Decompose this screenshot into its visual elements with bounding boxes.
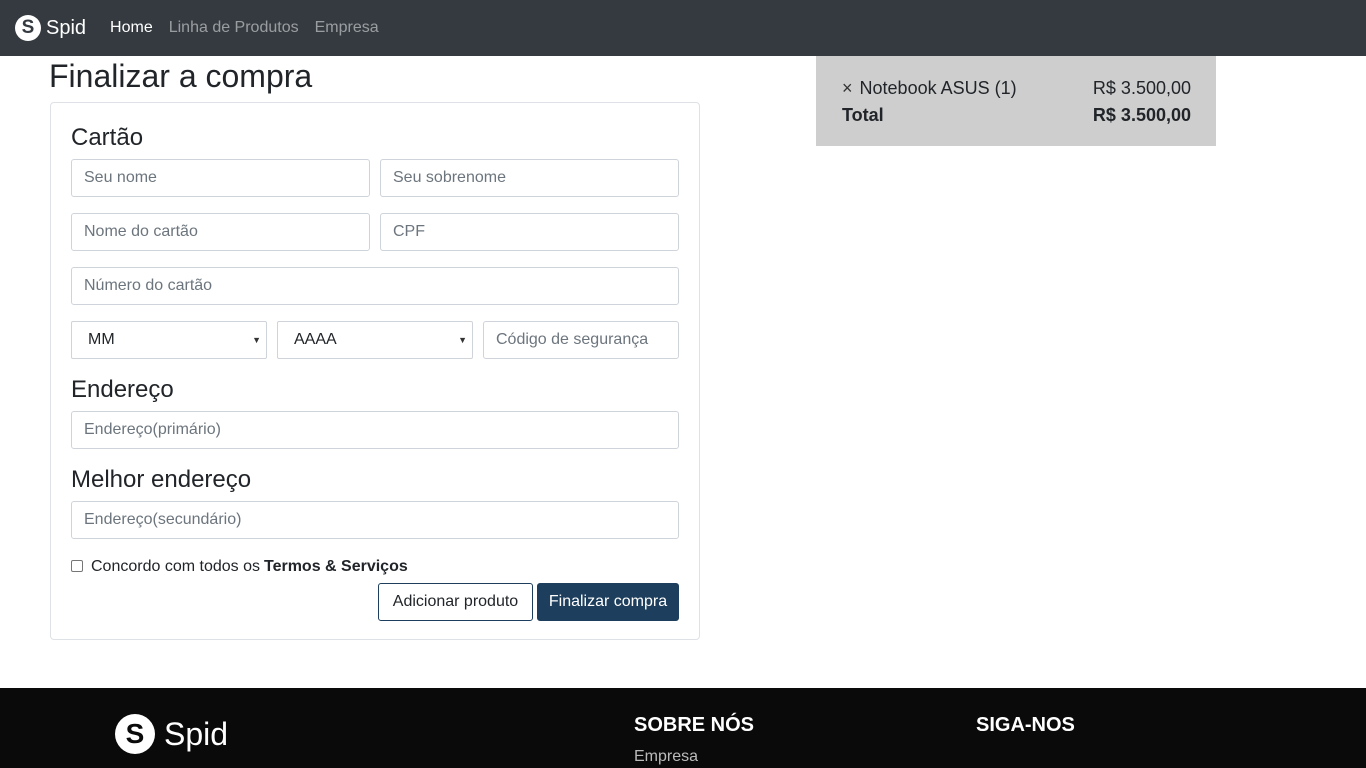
terms-agreement: Concordo com todos os Termos & Serviços (71, 558, 408, 576)
top-navbar: S Spid Home Linha de Produtos Empresa (0, 0, 1366, 56)
nav-link-product-line[interactable]: Linha de Produtos (169, 19, 299, 37)
dropdown-arrow-icon: ▼ (458, 335, 467, 345)
expiry-month-value: MM (88, 331, 115, 348)
add-product-button[interactable]: Adicionar produto (378, 583, 533, 621)
expiry-month-select[interactable]: MM ▼ (71, 321, 267, 359)
brand-name: Spid (46, 16, 87, 39)
expiry-year-value: AAAA (294, 331, 337, 348)
footer-link-company[interactable]: Empresa (634, 748, 698, 766)
secondary-address-input[interactable] (71, 501, 679, 539)
security-code-input[interactable] (483, 321, 679, 359)
site-footer: S Spid SOBRE NÓS Empresa SIGA-NOS (0, 688, 1366, 768)
cart-item: × Notebook ASUS (1) (842, 75, 1017, 102)
nav-link-company[interactable]: Empresa (315, 19, 379, 37)
terms-link[interactable]: Termos & Serviços (264, 558, 408, 576)
primary-address-input[interactable] (71, 411, 679, 449)
cart-item-price: R$ 3.500,00 (1092, 78, 1191, 98)
expiry-year-select[interactable]: AAAA ▼ (277, 321, 473, 359)
about-heading: SOBRE NÓS (634, 714, 755, 736)
cart-item-label: Notebook ASUS (1) (859, 78, 1017, 98)
better-address-section-title: Melhor endereço (71, 466, 252, 493)
footer-brand-name: Spid (164, 715, 229, 752)
cart-total-price: R$ 3.500,00 (1092, 105, 1191, 125)
footer-brand[interactable]: S Spid (115, 714, 228, 754)
remove-item-icon[interactable]: × (842, 78, 853, 98)
cart-summary: × Notebook ASUS (1) R$ 3.500,00 Total R$… (816, 56, 1216, 146)
cart-total-row: Total R$ 3.500,00 (842, 102, 1191, 129)
terms-checkbox[interactable] (71, 560, 83, 572)
spid-logo-icon: S (15, 15, 41, 41)
card-number-input[interactable] (71, 267, 679, 305)
follow-heading: SIGA-NOS (976, 714, 1075, 736)
spid-logo-icon: S (115, 714, 155, 754)
card-section-title: Cartão (71, 124, 144, 151)
terms-text: Concordo com todos os (91, 558, 260, 575)
cart-item-row: × Notebook ASUS (1) R$ 3.500,00 (842, 75, 1191, 102)
last-name-input[interactable] (380, 159, 679, 197)
first-name-input[interactable] (71, 159, 370, 197)
cart-total-label: Total (842, 105, 884, 125)
address-section-title: Endereço (71, 376, 174, 403)
page-title: Finalizar a compra (49, 58, 313, 94)
dropdown-arrow-icon: ▼ (252, 335, 261, 345)
finalize-purchase-button[interactable]: Finalizar compra (537, 583, 679, 621)
cpf-input[interactable] (380, 213, 679, 251)
nav-link-home[interactable]: Home (110, 19, 153, 37)
navbar-brand[interactable]: S Spid (15, 15, 86, 41)
card-name-input[interactable] (71, 213, 370, 251)
